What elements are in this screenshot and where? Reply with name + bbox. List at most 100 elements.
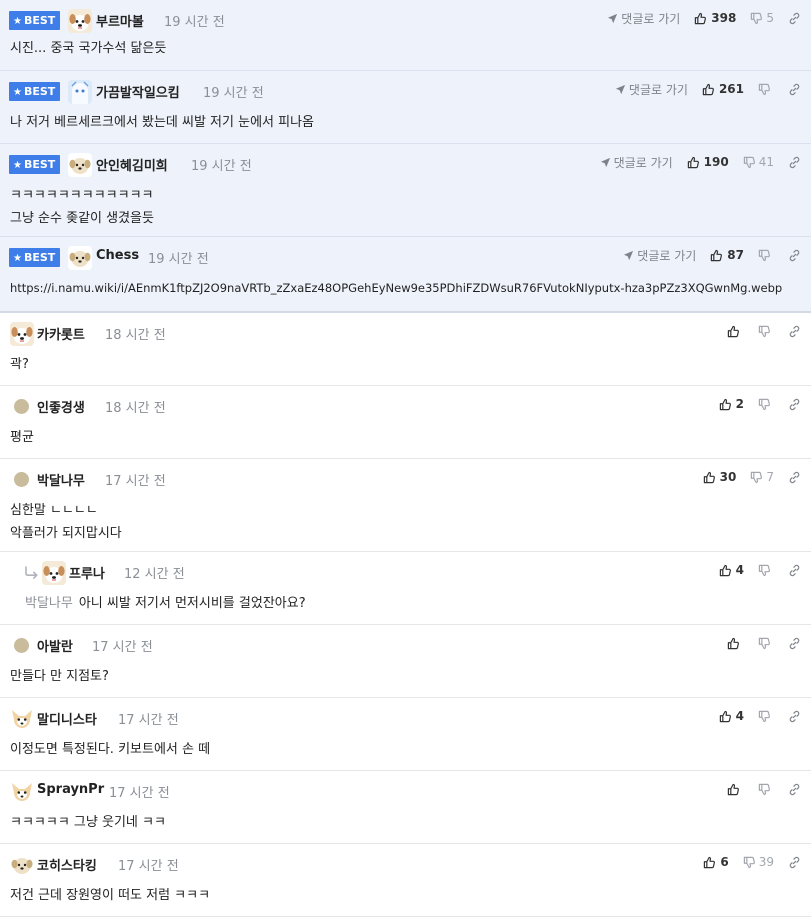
link-icon xyxy=(788,249,801,262)
upvote-button[interactable]: 30 xyxy=(703,470,736,484)
downvote-button[interactable]: 39 xyxy=(743,855,774,869)
comment-item: 코히스타킹 17 시간 전 6 39 저건 근데 장원영이 떠도 저럼 ㅋㅋㅋ xyxy=(0,844,811,917)
avatar[interactable] xyxy=(10,780,34,804)
star-icon: ★ xyxy=(13,87,22,98)
avatar[interactable] xyxy=(10,853,34,877)
upvote-button[interactable]: 398 xyxy=(694,11,736,25)
copy-link-button[interactable] xyxy=(788,564,801,577)
link-icon xyxy=(788,637,801,650)
copy-link-button[interactable] xyxy=(788,783,801,796)
avatar[interactable] xyxy=(68,246,92,270)
thumbs-down-icon xyxy=(758,783,771,796)
author-nickname[interactable]: 안인혜김미희 xyxy=(96,155,168,174)
downvote-button[interactable] xyxy=(758,249,774,262)
downvote-button[interactable] xyxy=(758,398,774,411)
comment-item: ★ BEST 부르마볼 19 시간 전 댓글로 가기 398 5 시진... 중국… xyxy=(0,0,811,71)
downvote-button[interactable] xyxy=(758,325,774,338)
author-nickname[interactable]: 프루나 xyxy=(69,563,105,582)
comment-item: 아발란 17 시간 전 만들다 만 지점토? xyxy=(0,625,811,698)
copy-link-button[interactable] xyxy=(788,398,801,411)
star-icon: ★ xyxy=(13,253,22,264)
upvote-button[interactable]: 2 xyxy=(719,397,744,411)
copy-link-button[interactable] xyxy=(788,12,801,25)
avatar[interactable] xyxy=(68,153,92,177)
copy-link-button[interactable] xyxy=(788,83,801,96)
author-nickname[interactable]: 인좋경생 xyxy=(37,397,85,416)
comment-text: 악플러가 되지맙시다 xyxy=(10,526,122,541)
reply-item: 프루나 12 시간 전 4 박달나무 아니 씨발 저기서 먼저시비를 걸었잔아요? xyxy=(0,552,811,625)
avatar[interactable] xyxy=(10,707,34,731)
downvote-button[interactable] xyxy=(758,564,774,577)
timestamp: 17 시간 전 xyxy=(92,640,153,655)
copy-link-button[interactable] xyxy=(788,325,801,338)
author-nickname[interactable]: 부르마볼 xyxy=(96,11,144,30)
downvote-button[interactable]: 7 xyxy=(750,470,774,484)
link-icon xyxy=(788,471,801,484)
author-nickname[interactable]: 카카롯트 xyxy=(37,324,85,343)
comment-text: 곽? xyxy=(10,357,29,372)
copy-link-button[interactable] xyxy=(788,637,801,650)
best-badge: ★ BEST xyxy=(9,155,61,174)
upvote-count: 2 xyxy=(735,397,744,411)
downvote-button[interactable] xyxy=(758,637,774,650)
downvote-button[interactable] xyxy=(758,783,774,796)
author-nickname[interactable]: 코히스타킹 xyxy=(37,855,97,874)
thumbs-up-icon xyxy=(719,710,732,723)
copy-link-button[interactable] xyxy=(788,856,801,869)
copy-link-button[interactable] xyxy=(788,471,801,484)
comment-link-text[interactable]: https://i.namu.wiki/i/AEnmK1ftpZJ2O9naVR… xyxy=(10,277,801,300)
comment-text: 저건 근데 장원영이 떠도 저럼 ㅋㅋㅋ xyxy=(10,888,211,903)
downvote-button[interactable]: 5 xyxy=(750,11,774,25)
reply-arrow-icon xyxy=(24,566,40,580)
upvote-button[interactable]: 261 xyxy=(702,82,744,96)
upvote-button[interactable] xyxy=(727,325,744,338)
upvote-button[interactable] xyxy=(727,637,744,650)
avatar[interactable] xyxy=(14,638,29,653)
thumbs-up-icon xyxy=(727,325,740,338)
comment-item: 카카롯트 18 시간 전 곽? xyxy=(0,313,811,386)
timestamp: 17 시간 전 xyxy=(118,859,179,874)
upvote-button[interactable]: 87 xyxy=(710,248,744,262)
timestamp: 17 시간 전 xyxy=(118,713,179,728)
author-nickname[interactable]: 아발란 xyxy=(37,636,73,655)
avatar[interactable] xyxy=(14,399,29,414)
avatar[interactable] xyxy=(10,322,34,346)
downvote-button[interactable] xyxy=(758,83,774,96)
goto-comment-link[interactable]: 댓글로 가기 xyxy=(607,10,680,27)
goto-comment-link[interactable]: 댓글로 가기 xyxy=(623,247,696,264)
goto-comment-link[interactable]: 댓글로 가기 xyxy=(600,154,673,171)
avatar[interactable] xyxy=(68,9,92,33)
downvote-button[interactable]: 41 xyxy=(743,155,774,169)
reply-mention[interactable]: 박달나무 xyxy=(25,596,73,611)
author-nickname[interactable]: Chess xyxy=(96,248,139,263)
link-icon xyxy=(788,564,801,577)
upvote-button[interactable]: 4 xyxy=(719,563,744,577)
author-nickname[interactable]: SpraynPr xyxy=(37,782,104,797)
best-badge: ★ BEST xyxy=(9,11,61,30)
downvote-count: 7 xyxy=(766,470,774,484)
thumbs-up-icon xyxy=(710,249,723,262)
comment-text: 이정도면 특정된다. 키보트에서 손 떼 xyxy=(10,742,211,757)
upvote-button[interactable] xyxy=(727,783,744,796)
upvote-button[interactable]: 4 xyxy=(719,709,744,723)
author-nickname[interactable]: 말디니스타 xyxy=(37,709,97,728)
timestamp: 18 시간 전 xyxy=(105,401,166,416)
downvote-button[interactable] xyxy=(758,710,774,723)
thumbs-up-icon xyxy=(703,471,716,484)
copy-link-button[interactable] xyxy=(788,249,801,262)
author-nickname[interactable]: 가끔발작일으킴 xyxy=(96,82,180,101)
link-icon xyxy=(788,783,801,796)
avatar[interactable] xyxy=(68,80,92,104)
avatar[interactable] xyxy=(42,561,66,585)
timestamp: 19 시간 전 xyxy=(148,252,209,267)
upvote-button[interactable]: 6 xyxy=(703,855,729,869)
thumbs-up-icon xyxy=(702,83,715,96)
goto-comment-link[interactable]: 댓글로 가기 xyxy=(615,81,688,98)
upvote-button[interactable]: 190 xyxy=(687,155,729,169)
author-nickname[interactable]: 박달나무 xyxy=(37,470,85,489)
comment-item: ★ BEST Chess 19 시간 전 댓글로 가기 87 https://i.… xyxy=(0,237,811,313)
copy-link-button[interactable] xyxy=(788,710,801,723)
copy-link-button[interactable] xyxy=(788,156,801,169)
thumbs-up-icon xyxy=(719,398,732,411)
avatar[interactable] xyxy=(14,472,29,487)
